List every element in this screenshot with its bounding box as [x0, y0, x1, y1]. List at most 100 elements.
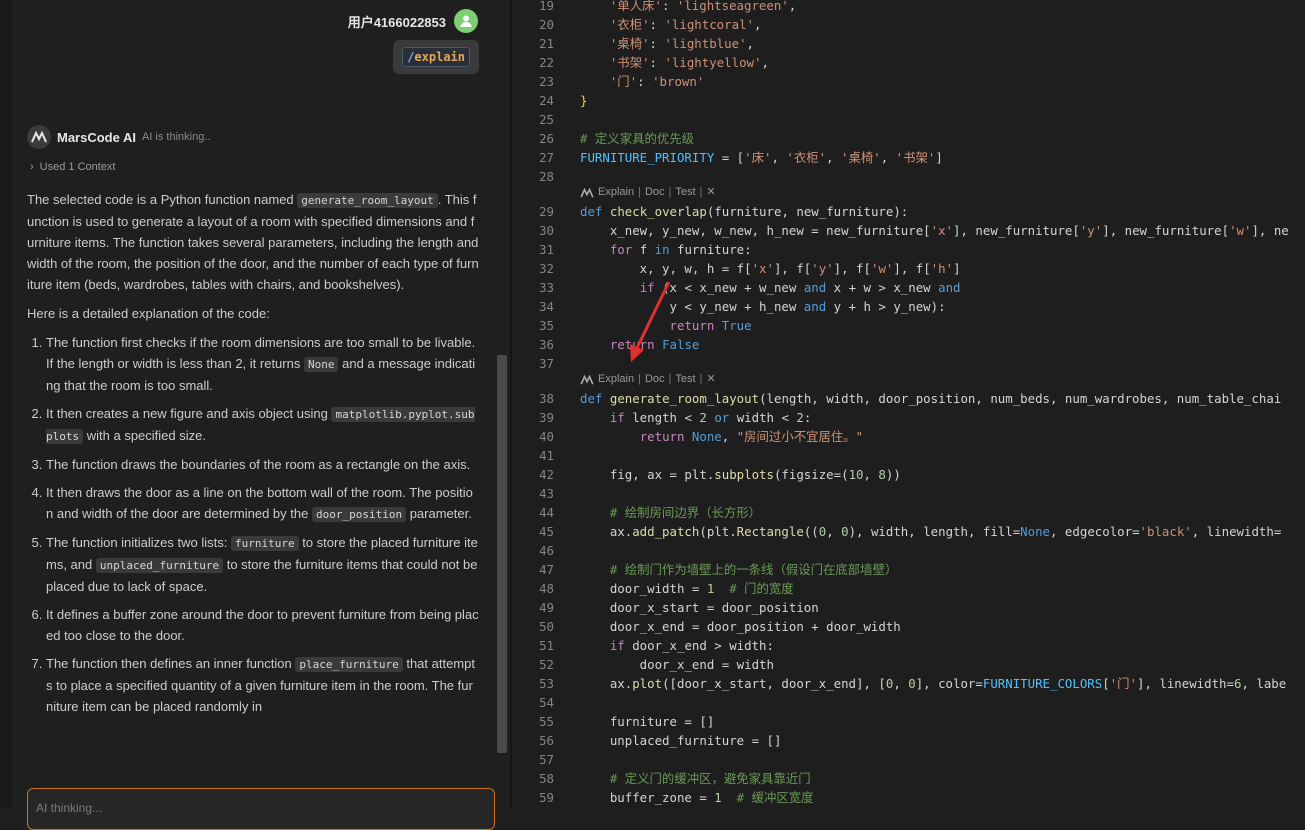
code-text: door_x_start = door_position — [580, 600, 819, 615]
code-text: y < y_new + h_new and y + h > y_new): — [580, 299, 946, 314]
list-item: The function first checks if the room di… — [46, 332, 480, 396]
code-line[interactable]: 36 return False — [512, 335, 699, 354]
code-line[interactable]: 19 '单人床': 'lightseagreen', — [512, 0, 796, 15]
line-number: 31 — [539, 242, 554, 257]
code-line[interactable]: 53 ax.plot([door_x_start, door_x_end], [… — [512, 674, 1286, 693]
line-number: 28 — [539, 169, 554, 184]
line-number: 33 — [539, 280, 554, 295]
code-line[interactable]: 40 return None, "房间过小不宜居住。" — [512, 427, 863, 446]
code-line[interactable]: 22 '书架': 'lightyellow', — [512, 53, 769, 72]
code-text: '衣柜': 'lightcoral', — [609, 17, 762, 32]
code-line[interactable]: 59 buffer_zone = 1 # 缓冲区宽度 — [512, 788, 813, 807]
line-number: 32 — [539, 261, 554, 276]
code-line[interactable]: 46 — [512, 541, 580, 560]
code-line[interactable]: 34 y < y_new + h_new and y + h > y_new): — [512, 297, 946, 316]
lens-test-button[interactable]: Test — [675, 370, 695, 389]
code-line[interactable]: 56 unplaced_furniture = [] — [512, 731, 781, 750]
chat-input[interactable]: AI thinking... — [27, 788, 495, 830]
input-placeholder: AI thinking... — [36, 801, 103, 815]
user-message-bubble: /explain — [393, 40, 479, 74]
chat-scrollbar[interactable] — [497, 355, 507, 753]
inline-code: place_furniture — [295, 657, 403, 672]
lens-explain-button[interactable]: Explain — [598, 183, 634, 202]
code-line[interactable]: 26 # 定义家具的优先级 — [512, 129, 694, 148]
code-line[interactable]: 55 furniture = [] — [512, 712, 714, 731]
code-editor[interactable]: 19 '单人床': 'lightseagreen', 20 '衣柜': 'ligh… — [512, 0, 1305, 808]
marscode-lens-icon — [580, 187, 594, 198]
code-line[interactable]: 25 — [512, 110, 580, 129]
code-line[interactable]: 23 '门': 'brown' — [512, 72, 704, 91]
code-text: # 定义门的缓冲区，避免家具靠近门 — [609, 771, 811, 786]
code-line[interactable]: 54 — [512, 693, 580, 712]
lens-test-button[interactable]: Test — [675, 183, 695, 202]
code-line[interactable]: 52 door_x_end = width — [512, 655, 774, 674]
line-number: 30 — [539, 223, 554, 238]
code-line[interactable]: 28 — [512, 167, 580, 186]
line-number: 48 — [539, 581, 554, 596]
code-text: '门': 'brown' — [609, 74, 705, 89]
list-item: The function draws the boundaries of the… — [46, 454, 480, 475]
inline-code: None — [303, 357, 339, 372]
code-line[interactable]: 39 if length < 2 or width < 2: — [512, 408, 811, 427]
code-line[interactable]: 30 x_new, y_new, w_new, h_new = new_furn… — [512, 221, 1289, 240]
line-number: 40 — [539, 429, 554, 444]
marscode-lens-icon — [580, 374, 594, 385]
code-line[interactable]: 33 if (x < x_new + w_new and x + w > x_n… — [512, 278, 960, 297]
code-text: return None, "房间过小不宜居住。" — [639, 429, 864, 444]
code-line[interactable]: 43 — [512, 484, 580, 503]
code-text: FURNITURE_PRIORITY = ['床', '衣柜', '桌椅', '… — [580, 150, 943, 165]
assistant-status: AI is thinking.. — [141, 131, 211, 143]
code-line[interactable]: 44 # 绘制房间边界（长方形） — [512, 503, 761, 522]
code-text: def check_overlap(furniture, new_furnitu… — [580, 204, 909, 219]
list-item: The function initializes two lists: furn… — [46, 532, 480, 597]
code-line[interactable]: 20 '衣柜': 'lightcoral', — [512, 15, 761, 34]
code-line[interactable]: 35 return True — [512, 316, 752, 335]
lens-close-icon[interactable]: ✕ — [706, 183, 715, 202]
line-number: 21 — [539, 36, 554, 51]
line-number: 47 — [539, 562, 554, 577]
code-line[interactable]: 41 — [512, 446, 580, 465]
inline-code: unplaced_furniture — [95, 558, 224, 573]
line-number: 49 — [539, 600, 554, 615]
line-number: 45 — [539, 524, 554, 539]
code-line[interactable]: 38 def generate_room_layout(length, width… — [512, 389, 1281, 408]
code-line[interactable]: 58 # 定义门的缓冲区，避免家具靠近门 — [512, 769, 811, 788]
slash-command-chip[interactable]: /explain — [402, 47, 470, 67]
line-number: 43 — [539, 486, 554, 501]
line-number: 29 — [539, 204, 554, 219]
code-text: # 绘制房间边界（长方形） — [609, 505, 762, 520]
code-text: '书架': 'lightyellow', — [609, 55, 769, 70]
code-line[interactable]: 47 # 绘制门作为墙壁上的一条线（假设门在底部墙壁） — [512, 560, 897, 579]
code-line[interactable]: 49 door_x_start = door_position — [512, 598, 819, 617]
lens-explain-button[interactable]: Explain — [598, 370, 634, 389]
code-text: return False — [609, 337, 700, 352]
code-text: # 定义家具的优先级 — [580, 131, 695, 146]
context-label: Used 1 Context — [39, 161, 116, 173]
explanation-list: The function first checks if the room di… — [27, 332, 480, 717]
code-line[interactable]: 45 ax.add_patch(plt.Rectangle((0, 0), wi… — [512, 522, 1281, 541]
lens-close-icon[interactable]: ✕ — [706, 370, 715, 389]
code-line[interactable]: 24} — [512, 91, 587, 110]
code-text: # 绘制门作为墙壁上的一条线（假设门在底部墙壁） — [609, 562, 898, 577]
chevron-right-icon: › — [30, 161, 34, 173]
code-line[interactable]: 57 — [512, 750, 580, 769]
code-line[interactable]: 48 door_width = 1 # 门的宽度 — [512, 579, 794, 598]
assistant-name: MarsCode AI — [57, 129, 136, 145]
code-text: door_x_end = door_position + door_width — [580, 619, 901, 634]
code-line[interactable]: 21 '桌椅': 'lightblue', — [512, 34, 754, 53]
code-line[interactable]: 29 def check_overlap(furniture, new_furni… — [512, 202, 908, 221]
line-number: 55 — [539, 714, 554, 729]
code-line[interactable]: 42 fig, ax = plt.subplots(figsize=(10, 8… — [512, 465, 901, 484]
used-context-toggle[interactable]: › Used 1 Context — [30, 161, 116, 173]
code-text: '桌椅': 'lightblue', — [609, 36, 754, 51]
lens-doc-button[interactable]: Doc — [645, 370, 665, 389]
code-line[interactable]: 37 — [512, 354, 580, 373]
lens-doc-button[interactable]: Doc — [645, 183, 665, 202]
marscode-logo-icon — [27, 125, 51, 149]
code-line[interactable]: 31 for f in furniture: — [512, 240, 752, 259]
code-line[interactable]: 50 door_x_end = door_position + door_wid… — [512, 617, 901, 636]
assistant-answer: The selected code is a Python function n… — [27, 189, 480, 724]
code-line[interactable]: 32 x, y, w, h = f['x'], f['y'], f['w'], … — [512, 259, 960, 278]
code-line[interactable]: 27 FURNITURE_PRIORITY = ['床', '衣柜', '桌椅',… — [512, 148, 943, 167]
code-line[interactable]: 51 if door_x_end > width: — [512, 636, 774, 655]
